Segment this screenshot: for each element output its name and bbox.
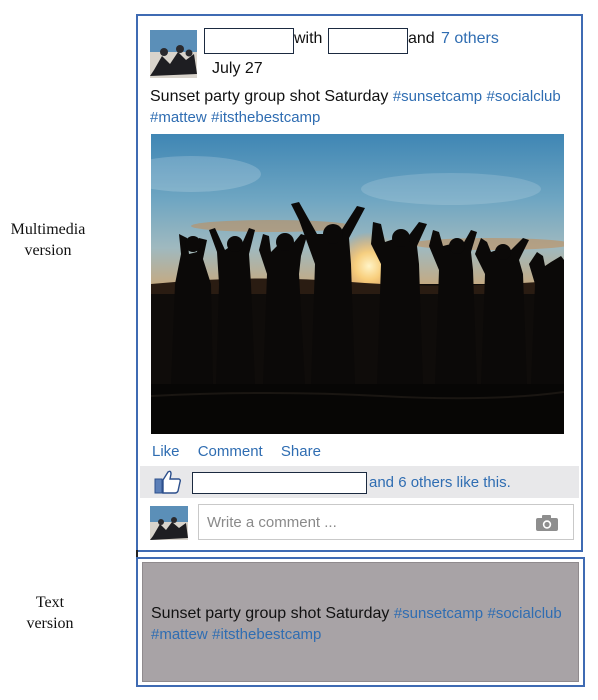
text-caption: Sunset party group shot Saturday #sunset… — [151, 603, 581, 645]
comment-input[interactable]: Write a comment ... — [198, 504, 574, 540]
label-line: version — [24, 242, 72, 259]
comment-placeholder: Write a comment ... — [207, 514, 337, 531]
share-link[interactable]: Share — [281, 443, 321, 460]
and-text: and — [408, 30, 435, 47]
caption-text: Sunset party group shot Saturday — [151, 605, 390, 622]
camera-icon[interactable] — [535, 514, 559, 537]
hashtag-link[interactable]: #mattew — [150, 109, 207, 126]
hashtag-link[interactable]: #mattew — [151, 626, 208, 643]
multimedia-post-panel: with and 7 others July 27 Sunset party g… — [136, 14, 583, 562]
hashtag-link[interactable]: #socialclub — [487, 88, 561, 105]
post-caption: Sunset party group shot Saturday #sunset… — [150, 86, 580, 128]
post-date[interactable]: July 27 — [212, 60, 263, 78]
hashtag-link[interactable]: #sunsetcamp — [394, 605, 483, 622]
redacted-name-box — [204, 28, 294, 54]
hashtag-link[interactable]: #itsthebestcamp — [212, 626, 321, 643]
multimedia-version-label: Multimedia version — [4, 219, 92, 261]
text-post-panel: Sunset party group shot Saturday #sunset… — [136, 557, 585, 687]
hashtag-link[interactable]: #socialclub — [488, 605, 562, 622]
hashtag-link[interactable]: #itsthebestcamp — [211, 109, 320, 126]
with-text: with — [294, 30, 323, 47]
avatar[interactable] — [150, 30, 197, 78]
label-line: Multimedia — [10, 221, 86, 238]
avatar[interactable] — [150, 506, 188, 540]
text-version-box: Sunset party group shot Saturday #sunset… — [142, 562, 579, 682]
others-link[interactable]: 7 others — [441, 30, 499, 48]
hashtag-link[interactable]: #sunsetcamp — [393, 88, 482, 105]
group-silhouette-sunset-photo — [151, 156, 564, 434]
likes-text[interactable]: and 6 others like this. — [369, 474, 511, 491]
redacted-name-box — [192, 472, 367, 494]
like-link[interactable]: Like — [152, 443, 180, 460]
likes-bar: and 6 others like this. — [140, 466, 579, 498]
label-line: version — [26, 615, 74, 632]
text-version-label: Text version — [8, 592, 92, 634]
post-actions: Like Comment Share — [152, 443, 335, 460]
redacted-name-box — [328, 28, 408, 54]
thumbs-up-icon — [154, 469, 182, 500]
post-photo[interactable] — [151, 134, 564, 434]
comment-link[interactable]: Comment — [198, 443, 263, 460]
caption-text: Sunset party group shot Saturday — [150, 88, 389, 105]
label-line: Text — [35, 594, 65, 611]
